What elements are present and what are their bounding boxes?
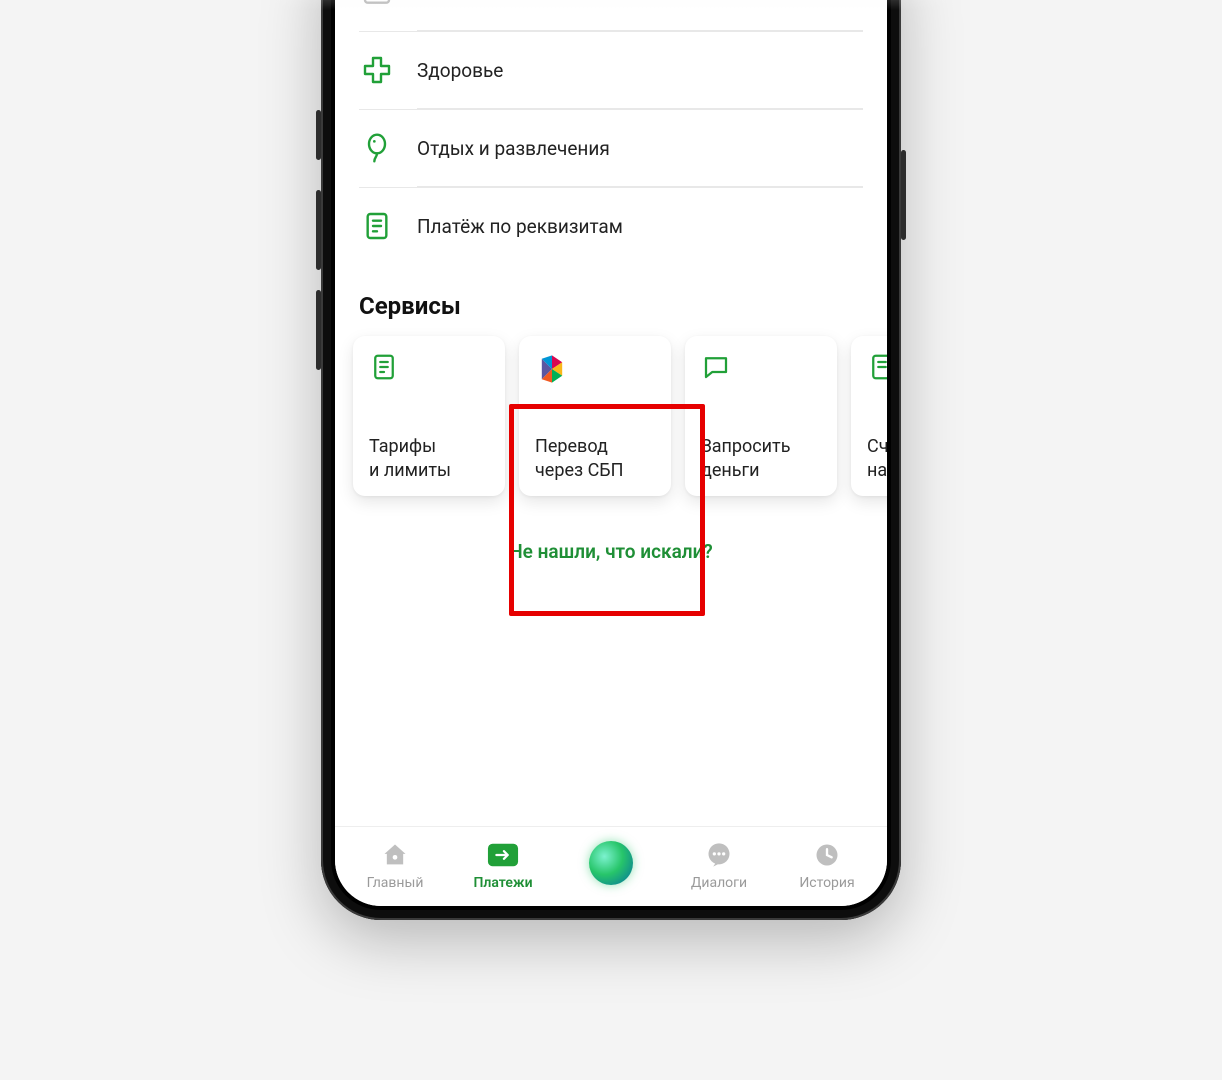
document-icon bbox=[867, 352, 887, 386]
menu-item-label: Платёж по реквизитам bbox=[417, 215, 623, 238]
phone-volume-down bbox=[316, 290, 321, 370]
services-carousel[interactable]: Тарифы и лимиты bbox=[353, 336, 887, 496]
balloon-icon bbox=[359, 130, 395, 166]
service-card-label: Сч на bbox=[867, 435, 887, 482]
chat-icon bbox=[701, 352, 735, 386]
phone-power-button bbox=[901, 150, 906, 240]
tab-label: История bbox=[799, 875, 854, 891]
service-card-label-line: Перевод bbox=[535, 436, 608, 457]
phone-screen: Работа и бизнес Здоровье bbox=[335, 0, 887, 906]
document-icon bbox=[369, 352, 403, 386]
tab-label: Платежи bbox=[473, 875, 532, 891]
help-link[interactable]: Не нашли, что искали? bbox=[509, 540, 713, 563]
home-icon bbox=[379, 839, 411, 871]
menu-item-label: Здоровье bbox=[417, 59, 503, 82]
menu-item-pay-requisites[interactable]: Платёж по реквизитам bbox=[359, 187, 863, 264]
service-card-label: Перевод через СБП bbox=[535, 435, 657, 482]
transfer-icon bbox=[487, 839, 519, 871]
tab-history[interactable]: История bbox=[773, 839, 881, 891]
tab-payments[interactable]: Платежи bbox=[449, 839, 557, 891]
document-icon bbox=[359, 208, 395, 244]
service-card-label-line: на bbox=[867, 460, 887, 481]
service-card-partial[interactable]: Сч на bbox=[851, 336, 887, 496]
history-icon bbox=[811, 839, 843, 871]
menu-item-label: Работа и бизнес bbox=[417, 0, 562, 4]
help-link-row: Не нашли, что искали? bbox=[359, 540, 863, 563]
menu-item-health[interactable]: Здоровье bbox=[359, 31, 863, 108]
assistant-icon bbox=[589, 841, 633, 885]
service-card-label-line: Тарифы bbox=[369, 436, 436, 457]
service-card-label-line: Запросить bbox=[701, 436, 790, 457]
menu-item-work-business[interactable]: Работа и бизнес bbox=[359, 0, 863, 30]
service-card-label-line: деньги bbox=[701, 460, 760, 481]
tab-bar: Главный Платежи bbox=[335, 826, 887, 906]
tab-dialogs[interactable]: Диалоги bbox=[665, 839, 773, 891]
scroll-area[interactable]: Работа и бизнес Здоровье bbox=[335, 0, 887, 826]
sbp-icon bbox=[535, 352, 569, 386]
service-card-request-money[interactable]: Запросить деньги bbox=[685, 336, 837, 496]
service-card-label-line: и лимиты bbox=[369, 460, 451, 481]
briefcase-icon bbox=[359, 0, 395, 10]
service-card-label: Тарифы и лимиты bbox=[369, 435, 491, 482]
tab-assistant[interactable] bbox=[557, 841, 665, 889]
dialogs-icon bbox=[703, 839, 735, 871]
tab-home[interactable]: Главный bbox=[341, 839, 449, 891]
phone-frame: Работа и бизнес Здоровье bbox=[321, 0, 901, 920]
tab-label: Диалоги bbox=[691, 875, 747, 891]
service-card-tariffs[interactable]: Тарифы и лимиты bbox=[353, 336, 505, 496]
phone-volume-up bbox=[316, 190, 321, 270]
phone-mute-switch bbox=[316, 110, 321, 160]
health-cross-icon bbox=[359, 52, 395, 88]
service-card-label: Запросить деньги bbox=[701, 435, 823, 482]
menu-item-entertainment[interactable]: Отдых и развлечения bbox=[359, 109, 863, 186]
services-section-title: Сервисы bbox=[359, 292, 863, 320]
menu-item-label: Отдых и развлечения bbox=[417, 137, 610, 160]
service-card-sbp-transfer[interactable]: Перевод через СБП bbox=[519, 336, 671, 496]
tab-label: Главный bbox=[367, 875, 424, 891]
menu-list: Работа и бизнес Здоровье bbox=[359, 0, 863, 264]
service-card-label-line: через СБП bbox=[535, 460, 624, 481]
service-card-label-line: Сч bbox=[867, 436, 887, 457]
